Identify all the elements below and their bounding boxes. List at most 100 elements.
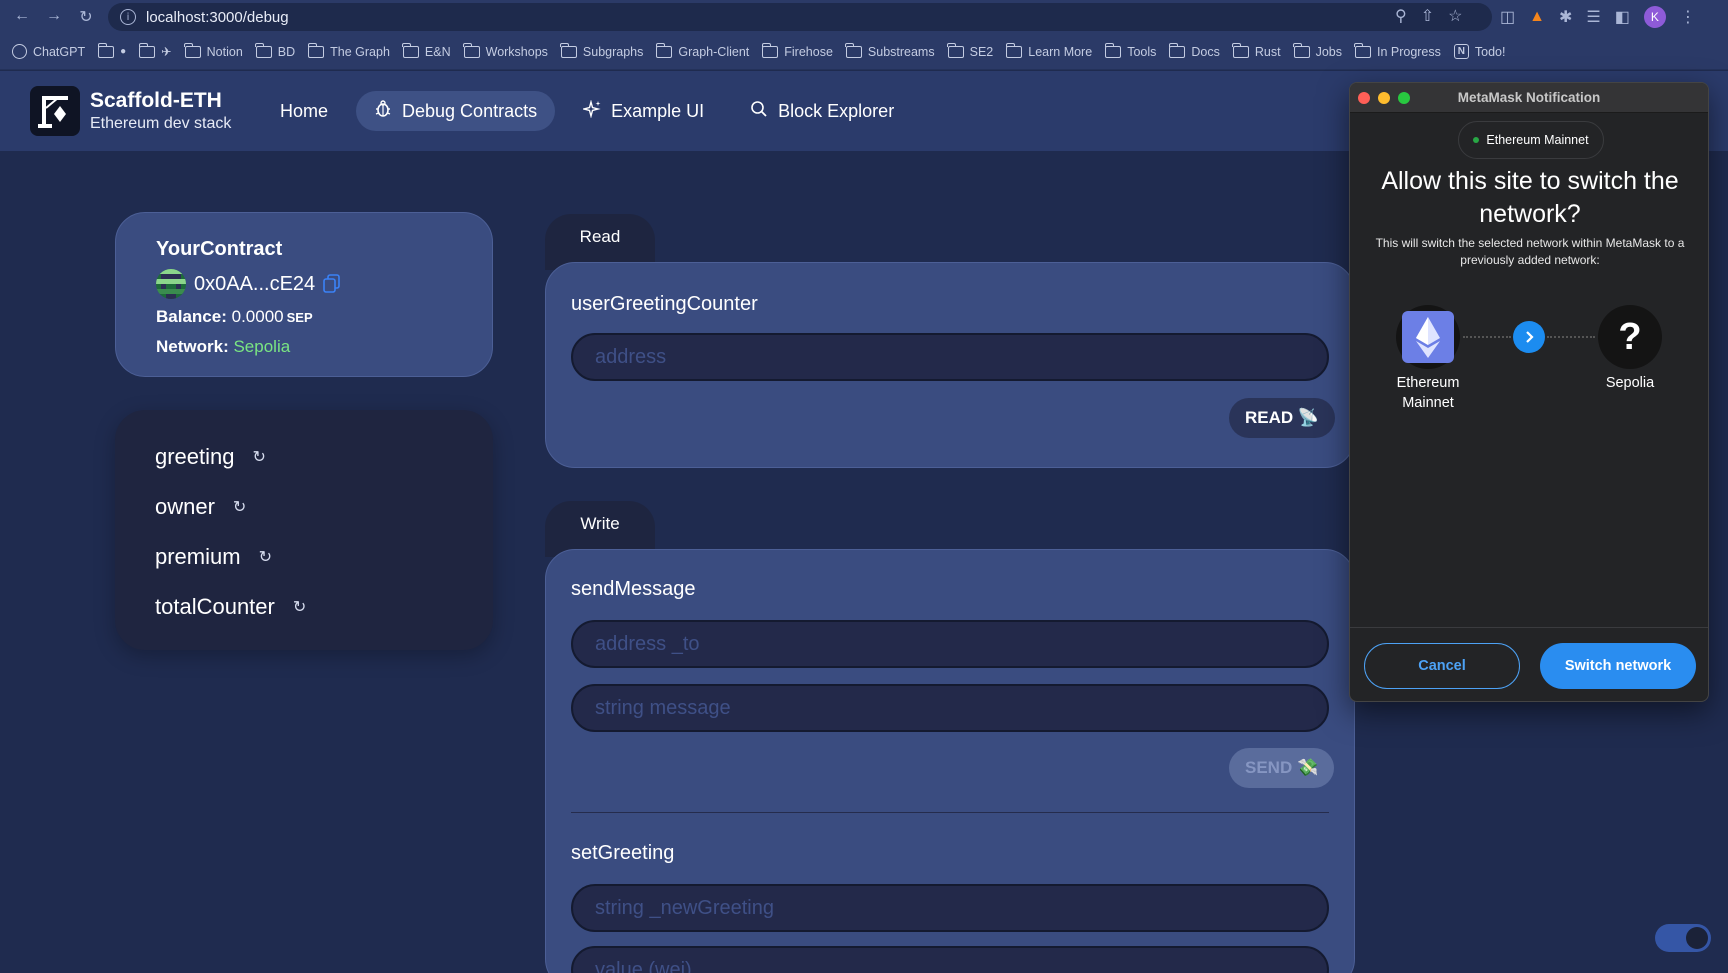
folder-icon [184, 42, 201, 58]
network-status-dot [1473, 137, 1480, 143]
scaffold-eth-logo[interactable] [30, 86, 80, 136]
forward-icon[interactable]: → [44, 7, 64, 27]
value-wei-input[interactable]: value (wei) [571, 946, 1329, 973]
new-greeting-input[interactable]: string _newGreeting [571, 884, 1329, 932]
read-address-input[interactable]: address [571, 333, 1329, 381]
back-icon[interactable]: ← [12, 7, 32, 27]
network-row: Network: Sepolia [156, 337, 291, 356]
balance-value: 0.0000 [231, 307, 284, 326]
variable-item: greeting ↻ [155, 444, 266, 469]
bookmark-chatgpt[interactable]: ChatGPT [12, 44, 85, 59]
contract-info-card: YourContract 0x0AA...cE24 Balance: 0.000… [115, 212, 493, 377]
variable-item: totalCounter ↻ [155, 594, 307, 619]
balance-unit: SEP [286, 310, 313, 325]
bookmark-folder[interactable]: BD [255, 42, 295, 59]
crane-icon [38, 96, 68, 128]
close-window-button[interactable] [1358, 92, 1370, 104]
bookmark-folder[interactable]: Subgraphs [560, 42, 643, 59]
contract-address-row: 0x0AA...cE24 [156, 269, 452, 299]
window-titlebar: MetaMask Notification [1350, 83, 1708, 113]
reload-icon[interactable]: ↻ [76, 7, 96, 27]
bookmark-folder[interactable]: Substreams [845, 42, 935, 59]
plane-icon: ✈ [161, 45, 172, 59]
current-network-pill[interactable]: Ethereum Mainnet [1458, 121, 1604, 159]
bookmark-folder[interactable]: Learn More [1005, 42, 1092, 59]
bookmark-folder[interactable]: E&N [402, 42, 451, 59]
bookmark-folder[interactable]: SE2 [947, 42, 993, 59]
ethereum-icon [1402, 311, 1454, 363]
switch-network-button[interactable]: Switch network [1540, 643, 1696, 689]
footer-divider [1350, 627, 1708, 628]
bookmark-folder[interactable]: ✈ [138, 42, 172, 59]
metamask-notification-window: MetaMask Notification Ethereum Mainnet A… [1349, 82, 1709, 702]
folder-icon [1354, 42, 1371, 58]
url-actions: ⚲ ⇧ ☆ [1395, 6, 1462, 26]
zoom-icon[interactable]: ⚲ [1395, 6, 1407, 26]
question-mark-icon: ? [1618, 315, 1642, 358]
minimize-window-button[interactable] [1378, 92, 1390, 104]
refresh-icon[interactable]: ↻ [293, 597, 306, 617]
cube-extension-icon[interactable]: ◫ [1500, 7, 1515, 27]
bookmark-folder[interactable]: ● [97, 42, 126, 58]
reading-list-icon[interactable]: ☰ [1586, 7, 1600, 27]
bookmark-folder[interactable]: In Progress [1354, 42, 1441, 59]
bookmark-folder[interactable]: Rust [1232, 42, 1281, 59]
connector-line [1547, 336, 1595, 338]
send-button[interactable]: SEND 💸 [1229, 748, 1335, 788]
refresh-icon[interactable]: ↻ [253, 447, 266, 467]
nav-example-ui[interactable]: Example UI [565, 91, 722, 131]
refresh-icon[interactable]: ↻ [259, 547, 272, 567]
theme-toggle[interactable] [1655, 924, 1711, 952]
variable-item: premium ↻ [155, 544, 272, 569]
share-icon[interactable]: ⇧ [1421, 6, 1434, 26]
address-blockie-avatar [156, 269, 186, 299]
folder-icon [463, 42, 480, 58]
to-network-label: Sepolia [1605, 375, 1655, 391]
folder-icon [1292, 42, 1310, 58]
cancel-button[interactable]: Cancel [1364, 643, 1520, 689]
refresh-icon[interactable]: ↻ [233, 497, 246, 517]
bookmark-star-icon[interactable]: ☆ [1448, 6, 1462, 26]
connector-line [1463, 336, 1511, 338]
folder-icon [138, 42, 156, 58]
profile-avatar[interactable]: K [1643, 6, 1666, 28]
main-nav: Home Debug Contracts Example UI Block Ex… [262, 91, 912, 131]
copy-icon[interactable] [323, 274, 341, 294]
nav-home[interactable]: Home [262, 91, 346, 131]
bookmark-folder[interactable]: Notion [184, 42, 243, 59]
folder-icon [761, 42, 779, 58]
read-panel: userGreetingCounter address READ 📡 [545, 262, 1355, 468]
url-text: localhost:3000/debug [146, 8, 289, 26]
bookmark-folder[interactable]: Tools [1104, 42, 1156, 59]
bookmark-folder[interactable]: Workshops [463, 42, 548, 59]
bookmark-todo[interactable]: N Todo! [1453, 44, 1505, 59]
maximize-window-button[interactable] [1398, 92, 1410, 104]
kebab-menu-icon[interactable]: ⋮ [1680, 7, 1696, 27]
write-panel: sendMessage address _to string message S… [545, 549, 1355, 973]
metamask-fox-icon[interactable]: ▲ [1529, 8, 1545, 26]
bookmark-folder[interactable]: The Graph [307, 42, 390, 59]
balance-row: Balance: 0.0000 SEP [156, 307, 313, 326]
switch-network-heading: Allow this site to switch the network? [1381, 167, 1679, 228]
bookmark-folder[interactable]: Graph-Client [655, 42, 749, 59]
string-message-input[interactable]: string message [571, 684, 1329, 732]
folder-icon [402, 42, 419, 58]
folder-icon [947, 42, 964, 58]
folder-icon [1168, 42, 1186, 58]
bookmark-folder[interactable]: Docs [1168, 42, 1220, 59]
nav-debug-contracts[interactable]: Debug Contracts [356, 91, 556, 131]
folder-icon [1104, 42, 1122, 58]
bookmark-folder[interactable]: Jobs [1292, 42, 1342, 59]
bookmark-folder[interactable]: Firehose [761, 42, 833, 59]
nav-block-explorer[interactable]: Block Explorer [732, 91, 912, 131]
site-info-icon[interactable]: i [120, 9, 136, 25]
brand-subtitle: Ethereum dev stack [90, 115, 232, 132]
read-button[interactable]: READ 📡 [1229, 398, 1336, 438]
address-to-input[interactable]: address _to [571, 620, 1329, 668]
address-bar[interactable]: i localhost:3000/debug [108, 3, 1492, 31]
browser-nav-buttons: ← → ↻ [0, 7, 108, 27]
sidepanel-icon[interactable]: ◧ [1615, 7, 1630, 27]
puzzle-extensions-icon[interactable]: ✱ [1559, 7, 1572, 27]
brand-title: Scaffold-ETH [90, 89, 222, 112]
folder-icon [97, 42, 115, 58]
